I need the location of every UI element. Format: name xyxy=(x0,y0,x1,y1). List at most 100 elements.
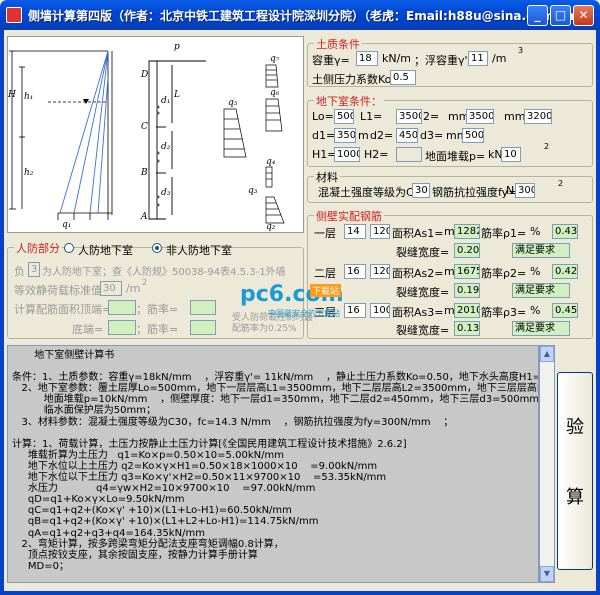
civil-note4: 底端= xyxy=(72,323,104,336)
civil-load-input: 30 xyxy=(100,281,122,296)
svg-text:C: C xyxy=(141,122,148,132)
d3-input[interactable]: 500 xyxy=(462,128,484,143)
civil-defense-radio[interactable] xyxy=(64,243,74,253)
svg-text:q₃: q₃ xyxy=(248,186,258,196)
rebar-row1-rho-label: 筋率ρ1= xyxy=(481,227,527,240)
svg-text:q₅: q₅ xyxy=(228,98,238,108)
svg-text:D: D xyxy=(140,70,148,80)
rebar-row1-area-label: 面积As1= xyxy=(392,227,444,240)
h2-input xyxy=(396,147,422,162)
rebar-row3-rho-label: 筋率ρ3= xyxy=(481,306,527,319)
scroll-up-button[interactable]: ▲ xyxy=(540,346,554,362)
watermark-tag: 中国最安全的下载站 xyxy=(268,309,340,318)
civil-note6: 配筋率为0.25% xyxy=(232,324,297,334)
calculation-output[interactable]: 地下室侧壁计算书 条件：1、土质参数：容重γ=18kN/mm ，浮容重γ'= 1… xyxy=(7,345,539,583)
rebar-row2-diameter[interactable]: 16 xyxy=(344,264,366,279)
civil-note2: 等效静荷载标准值= xyxy=(14,284,112,297)
svg-text:p: p xyxy=(174,42,180,52)
rebar-row2-spacing[interactable]: 120 xyxy=(370,264,390,279)
rebar-row1-area: 1282 xyxy=(454,224,480,239)
rebar-row1-diameter[interactable]: 14 xyxy=(344,224,366,239)
steel-label: 钢筋抗拉强度fy= xyxy=(432,186,518,199)
rebar-row1-rho: 0.43 xyxy=(552,224,578,239)
rebar-row3-pct: % xyxy=(530,304,541,317)
svg-text:q₇: q₇ xyxy=(270,54,280,64)
calculate-button[interactable]: 验 算 xyxy=(557,372,593,570)
l1-input[interactable]: 3500 xyxy=(396,109,422,124)
rebar-row3-rho: 0.45 xyxy=(552,303,578,318)
steel-unit: N xyxy=(506,184,515,197)
svg-text:q₂: q₂ xyxy=(266,222,276,232)
steel-input[interactable]: 300 xyxy=(515,183,535,198)
material-sup: 2 xyxy=(558,179,564,188)
ko-input[interactable]: 0.5 xyxy=(390,70,416,85)
civil-top-area xyxy=(108,300,136,315)
section-drawing: p H h₁ h₂ q₇ q₆ q₅ q₄ q₃ q₂ q₁ D C B A L… xyxy=(8,42,285,232)
h1-label: H1= xyxy=(312,148,337,161)
soil-sup: 3 xyxy=(518,46,524,55)
rebar-row3-spacing[interactable]: 100 xyxy=(370,303,390,318)
svg-text:q₁: q₁ xyxy=(62,220,71,230)
rebar-row2-area-label: 面积As2= xyxy=(392,267,444,280)
gamma-unit: kN/m xyxy=(382,52,412,65)
svg-text:h₂: h₂ xyxy=(24,168,34,178)
gamma-label: 容重γ= xyxy=(312,54,350,67)
svg-text:h₁: h₁ xyxy=(24,92,33,102)
rebar-row2-name: 二层 xyxy=(314,267,336,280)
l3-input[interactable]: 3200 xyxy=(524,109,552,124)
load-label: 地面堆载p= xyxy=(425,150,486,163)
close-button[interactable]: ✕ xyxy=(573,5,594,26)
rebar-row1-pct: % xyxy=(530,225,541,238)
l2-input[interactable]: 3500 xyxy=(466,109,494,124)
material-title: 材料 xyxy=(314,169,340,185)
rebar-row2-status: 满足要求 xyxy=(512,283,570,298)
civil-top-rho xyxy=(190,300,216,315)
svg-text:d₁: d₁ xyxy=(161,96,170,106)
d2-input[interactable]: 450 xyxy=(396,128,418,143)
svg-text:q₆: q₆ xyxy=(270,88,280,98)
rebar-row3-status: 满足要求 xyxy=(512,321,570,336)
d1-label: d1= xyxy=(312,129,336,142)
watermark-badge: 下载站 xyxy=(310,284,342,297)
civil-note3: 计算配筋面积顶端= xyxy=(14,303,112,316)
window-title: 侧墙计算第四版（作者：北京中铁工建筑工程设计院深圳分院）（老虎：Email:h8… xyxy=(28,9,587,23)
rebar-row3-crack-label: 裂缝宽度= xyxy=(396,324,450,337)
civil-defense-label: 人防地下室 xyxy=(78,244,133,257)
buoy-unit: /m xyxy=(492,52,507,65)
pc6-watermark: pc6.com 下载站 中国最安全的下载站 xyxy=(240,282,360,322)
rebar-row1-status: 满足要求 xyxy=(512,243,570,258)
load-input[interactable]: 10 xyxy=(501,147,521,162)
material-group: 材料 混凝土强度等级为C 30 钢筋抗拉强度fy= N 300 2 xyxy=(307,169,593,203)
d1-input[interactable]: 350 xyxy=(334,128,356,143)
maximize-button[interactable]: □ xyxy=(550,5,571,26)
lo-label: Lo= xyxy=(312,110,334,123)
d3-label: d3= xyxy=(420,129,444,142)
non-civil-defense-radio[interactable] xyxy=(152,243,162,253)
svg-text:d₂: d₂ xyxy=(161,142,171,152)
civil-note3-b: ；筋率= xyxy=(136,303,179,316)
minimize-button[interactable]: _ xyxy=(527,5,548,26)
rebar-row2-rho-label: 筋率ρ2= xyxy=(481,267,527,280)
water-level-icon xyxy=(83,99,89,104)
scroll-down-button[interactable]: ▼ xyxy=(540,566,554,582)
app-icon xyxy=(6,7,22,23)
civil-title: 人防部分 xyxy=(14,240,62,256)
buoy-input[interactable]: 11 xyxy=(468,51,488,66)
concrete-input[interactable]: 30 xyxy=(412,183,430,198)
rebar-row1-crack: 0.20 xyxy=(454,243,480,258)
l3-unit: mm xyxy=(504,110,526,123)
basement-group: 地下室条件： Lo= 500 L1= 3500 2= mm 3500 mm 32… xyxy=(307,93,593,167)
h1-input[interactable]: 1000 xyxy=(334,147,360,162)
lo-input[interactable]: 500 xyxy=(334,109,354,124)
output-scrollbar[interactable]: ▲ ▼ xyxy=(539,345,555,583)
d1-unit: m xyxy=(358,129,369,142)
title-bar: 侧墙计算第四版（作者：北京中铁工建筑工程设计院深圳分院）（老虎：Email:h8… xyxy=(0,0,600,30)
wall-diagram: p H h₁ h₂ q₇ q₆ q₅ q₄ q₃ q₂ q₁ D C B A L… xyxy=(7,36,304,233)
soil-group: 土质条件 容重γ= 18 kN/m ；浮容重γ'= 11 /m 3 土侧压力系数… xyxy=(307,36,593,87)
rebar-row2-crack: 0.19 xyxy=(454,283,480,298)
civil-bottom-rho xyxy=(190,320,216,335)
gamma-input[interactable]: 18 xyxy=(356,51,378,66)
rebar-row2-crack-label: 裂缝宽度= xyxy=(396,286,450,299)
rebar-row1-spacing[interactable]: 120 xyxy=(370,224,390,239)
l1-label: L1= xyxy=(360,110,383,123)
